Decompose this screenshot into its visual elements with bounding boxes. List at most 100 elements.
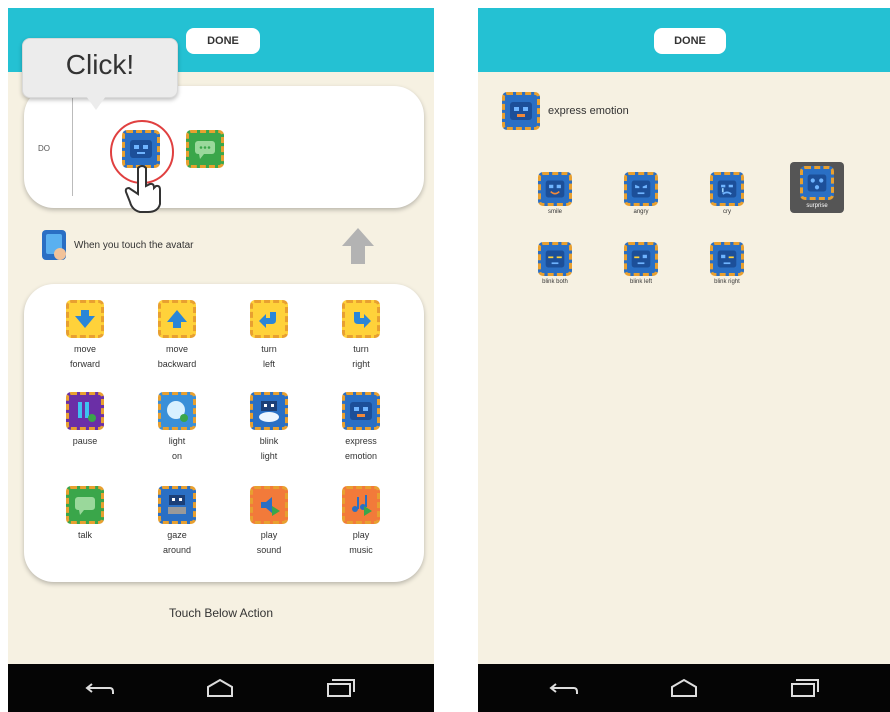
- home-icon[interactable]: [204, 678, 236, 698]
- system-nav-bar: [478, 664, 890, 712]
- action-label: express emotion: [344, 436, 378, 461]
- callout-tail: [86, 96, 106, 110]
- pause-icon: [78, 402, 96, 422]
- action-label: play sound: [256, 530, 282, 555]
- system-nav-bar: [8, 664, 434, 712]
- action-label: turn left: [261, 344, 277, 369]
- move-forward-block: [66, 300, 104, 338]
- talk-action-block: [66, 486, 104, 524]
- express-emotion-icon: [350, 402, 372, 420]
- blink-both-block: [538, 242, 572, 276]
- music-block: [342, 486, 380, 524]
- do-divider: [72, 96, 73, 196]
- emotion-label: angry: [633, 209, 649, 215]
- done-button[interactable]: DONE: [186, 28, 260, 54]
- touch-condition[interactable]: When you touch the avatar: [42, 228, 194, 262]
- action-pause[interactable]: pause: [40, 392, 130, 449]
- action-label: blink light: [259, 436, 279, 461]
- sound-block: [250, 486, 288, 524]
- emotion-label: blink both: [542, 279, 568, 285]
- action-label: gaze around: [162, 530, 192, 555]
- angry-icon: [631, 180, 651, 198]
- surprise-icon: [807, 174, 827, 192]
- action-turn-right[interactable]: turn right: [316, 300, 406, 372]
- recents-icon[interactable]: [324, 678, 356, 698]
- action-play-music[interactable]: play music: [316, 486, 406, 558]
- emotion-blink-right[interactable]: blink right: [690, 242, 764, 285]
- emotion-smile[interactable]: smile: [518, 172, 592, 215]
- emotion-surprise[interactable]: surprise: [790, 162, 844, 213]
- done-button[interactable]: DONE: [654, 28, 726, 54]
- express-emotion-icon: [130, 140, 152, 158]
- blink-light-block: [250, 392, 288, 430]
- blink-light-icon: [259, 401, 279, 422]
- touch-text: When you touch the avatar: [74, 239, 194, 251]
- light-icon: [167, 401, 188, 422]
- action-light-on[interactable]: light on: [132, 392, 222, 464]
- emotion-blink-both[interactable]: blink both: [518, 242, 592, 285]
- up-arrow-icon[interactable]: [340, 226, 376, 266]
- surprise-block: [800, 166, 834, 200]
- move-backward-icon: [167, 310, 187, 328]
- action-label: move forward: [69, 344, 100, 369]
- recents-icon[interactable]: [788, 678, 820, 698]
- action-turn-left[interactable]: turn left: [224, 300, 314, 372]
- action-move-backward[interactable]: move backward: [132, 300, 222, 372]
- blink-left-block: [624, 242, 658, 276]
- smile-block: [538, 172, 572, 206]
- angry-block: [624, 172, 658, 206]
- action-talk[interactable]: talk: [40, 486, 130, 543]
- express-emotion-icon: [510, 102, 532, 120]
- talk-icon: [75, 497, 95, 515]
- action-label: pause: [72, 436, 98, 446]
- turn-right-block: [342, 300, 380, 338]
- action-label: turn right: [352, 344, 370, 369]
- action-move-forward[interactable]: move forward: [40, 300, 130, 372]
- touch-avatar-icon: [42, 230, 66, 260]
- blink-right-block: [710, 242, 744, 276]
- hand-pointer-icon: [124, 165, 161, 213]
- cry-block: [710, 172, 744, 206]
- footer-text: Touch Below Action: [168, 606, 274, 620]
- emotion-angry[interactable]: angry: [604, 172, 678, 215]
- emotion-cry[interactable]: cry: [690, 172, 764, 215]
- light-block: [158, 392, 196, 430]
- smile-icon: [545, 180, 565, 198]
- gaze-block: [158, 486, 196, 524]
- click-callout: Click!: [22, 38, 178, 98]
- emotion-heading: express emotion: [502, 92, 629, 130]
- pause-block: [66, 392, 104, 430]
- left-screen: DONE DO Click! When you touch the avatar…: [8, 8, 434, 712]
- action-label: move backward: [157, 344, 197, 369]
- express-emotion-action-block: [342, 392, 380, 430]
- action-play-sound[interactable]: play sound: [224, 486, 314, 558]
- express-emotion-block[interactable]: [122, 130, 160, 168]
- turn-left-icon: [259, 312, 276, 328]
- home-icon[interactable]: [668, 678, 700, 698]
- emotion-blink-left[interactable]: blink left: [604, 242, 678, 285]
- back-icon[interactable]: [548, 678, 580, 698]
- sound-icon: [261, 497, 280, 516]
- emotion-label: smile: [547, 209, 562, 215]
- action-gaze-around[interactable]: gaze around: [132, 486, 222, 558]
- action-label: play music: [349, 530, 373, 555]
- callout-text: Click!: [65, 49, 135, 80]
- cry-icon: [717, 180, 737, 198]
- action-express-emotion[interactable]: express emotion: [316, 392, 406, 464]
- move-forward-icon: [75, 310, 95, 328]
- move-backward-block: [158, 300, 196, 338]
- back-icon[interactable]: [84, 678, 116, 698]
- action-label: talk: [77, 530, 92, 540]
- top-bar: DONE: [478, 8, 890, 72]
- emotion-heading-text: express emotion: [548, 105, 629, 117]
- emotion-label: cry: [723, 209, 731, 215]
- action-blink-light[interactable]: blink light: [224, 392, 314, 464]
- action-label: light on: [168, 436, 186, 461]
- music-icon: [352, 495, 372, 516]
- talk-block[interactable]: [186, 130, 224, 168]
- turn-left-block: [250, 300, 288, 338]
- do-panel: DO: [24, 86, 424, 213]
- do-label: DO: [38, 144, 50, 153]
- turn-right-icon: [354, 312, 371, 328]
- emotion-label: blink left: [629, 279, 652, 285]
